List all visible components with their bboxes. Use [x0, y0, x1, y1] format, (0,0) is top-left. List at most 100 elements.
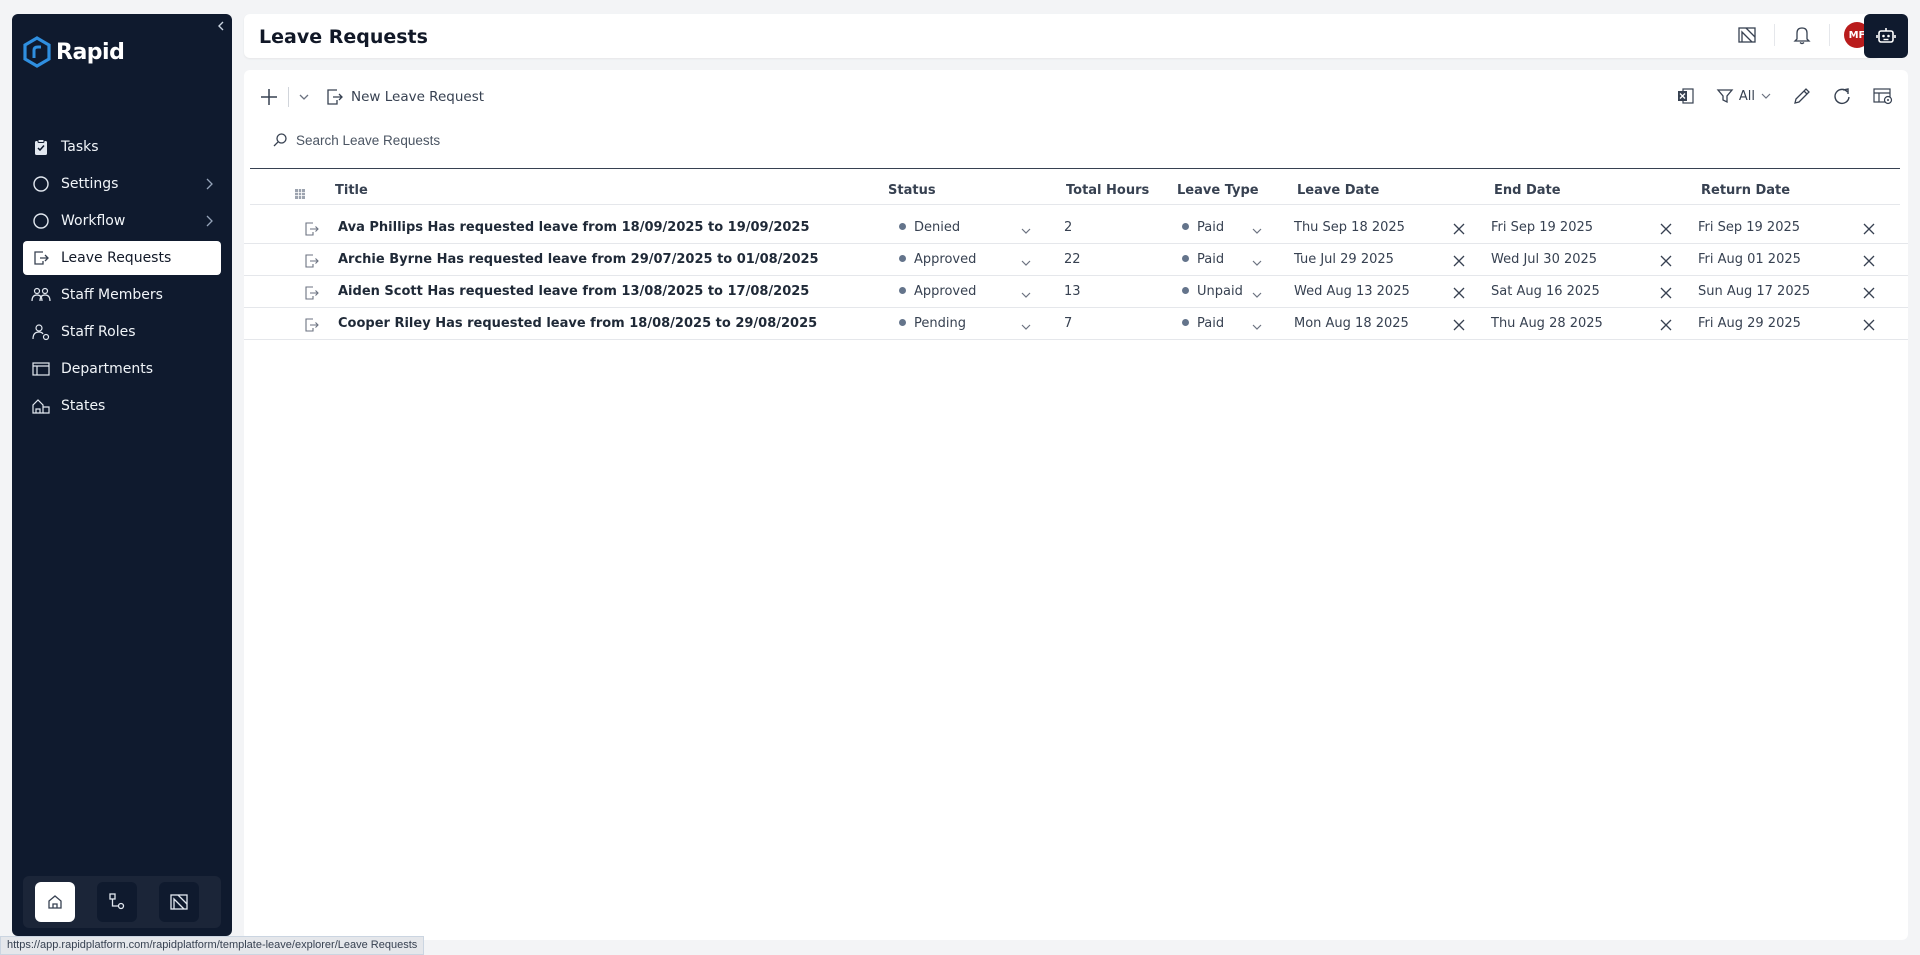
- clear-icon[interactable]: [1452, 221, 1466, 240]
- status-text: Pending: [914, 316, 966, 331]
- total-hours[interactable]: 2: [1064, 220, 1072, 235]
- clear-icon[interactable]: [1862, 285, 1876, 304]
- leave-date[interactable]: Mon Aug 18 2025: [1294, 316, 1409, 331]
- status-badge[interactable]: Approved: [899, 252, 976, 267]
- chevron-down-icon[interactable]: [1020, 318, 1032, 337]
- open-record-icon[interactable]: [304, 221, 320, 241]
- status-badge[interactable]: Pending: [899, 316, 966, 331]
- clear-icon[interactable]: [1862, 253, 1876, 272]
- column-header-leave-type[interactable]: Leave Type: [1177, 183, 1259, 198]
- chevron-down-icon[interactable]: [1251, 286, 1263, 305]
- clear-icon[interactable]: [1659, 285, 1673, 304]
- leave-type-badge[interactable]: Paid: [1182, 316, 1224, 331]
- clear-icon[interactable]: [1452, 285, 1466, 304]
- open-record-icon[interactable]: [304, 317, 320, 337]
- return-date[interactable]: Fri Aug 01 2025: [1698, 252, 1801, 267]
- leave-type-badge[interactable]: Unpaid: [1182, 284, 1243, 299]
- table-row[interactable]: Archie Byrne Has requested leave from 29…: [244, 244, 1908, 276]
- workflow-button[interactable]: [97, 882, 137, 922]
- edit-button[interactable]: [1792, 86, 1812, 106]
- column-header-status[interactable]: Status: [888, 183, 936, 198]
- sidebar-item-settings[interactable]: Settings: [23, 167, 221, 201]
- export-excel-button[interactable]: [1676, 86, 1696, 106]
- end-date[interactable]: Sat Aug 16 2025: [1491, 284, 1600, 299]
- table-row[interactable]: Aiden Scott Has requested leave from 13/…: [244, 276, 1908, 308]
- search-input[interactable]: [296, 132, 696, 148]
- total-hours[interactable]: 13: [1064, 284, 1081, 299]
- chevron-down-icon[interactable]: [1251, 254, 1263, 273]
- row-title[interactable]: Cooper Riley Has requested leave from 18…: [338, 316, 817, 331]
- column-header-total-hours[interactable]: Total Hours: [1066, 183, 1149, 198]
- add-dropdown-button[interactable]: [297, 90, 311, 104]
- clear-icon[interactable]: [1659, 317, 1673, 336]
- return-date[interactable]: Sun Aug 17 2025: [1698, 284, 1810, 299]
- sidebar-item-tasks[interactable]: Tasks: [23, 130, 221, 164]
- sidebar-item-workflow[interactable]: Workflow: [23, 204, 221, 238]
- leave-date[interactable]: Tue Jul 29 2025: [1294, 252, 1394, 267]
- assistant-bot-button[interactable]: [1864, 14, 1908, 58]
- table-row[interactable]: Ava Phillips Has requested leave from 18…: [244, 212, 1908, 244]
- toolbar-right: All: [1676, 86, 1894, 106]
- select-all-grid-icon[interactable]: [294, 185, 306, 204]
- sidebar-item-leave-requests[interactable]: Leave Requests: [23, 241, 221, 275]
- column-header-title[interactable]: Title: [335, 183, 368, 198]
- status-dot: [899, 287, 906, 294]
- column-header-leave-date[interactable]: Leave Date: [1297, 183, 1379, 198]
- collapse-sidebar-icon[interactable]: [214, 18, 228, 32]
- total-hours[interactable]: 7: [1064, 316, 1072, 331]
- return-date[interactable]: Fri Sep 19 2025: [1698, 220, 1800, 235]
- chevron-down-icon[interactable]: [1251, 222, 1263, 241]
- end-date[interactable]: Wed Jul 30 2025: [1491, 252, 1597, 267]
- leave-type-badge[interactable]: Paid: [1182, 252, 1224, 267]
- refresh-button[interactable]: [1832, 86, 1852, 106]
- chevron-down-icon[interactable]: [1020, 254, 1032, 273]
- leave-date[interactable]: Thu Sep 18 2025: [1294, 220, 1405, 235]
- sidebar-item-states[interactable]: States: [23, 389, 221, 423]
- new-leave-request-button[interactable]: New Leave Request: [325, 87, 484, 107]
- end-date[interactable]: Thu Aug 28 2025: [1491, 316, 1603, 331]
- leave-date[interactable]: Wed Aug 13 2025: [1294, 284, 1410, 299]
- status-dot: [1182, 223, 1189, 230]
- chevron-down-icon[interactable]: [1020, 286, 1032, 305]
- chevron-right-icon: [203, 177, 215, 195]
- chevron-down-icon[interactable]: [1251, 318, 1263, 337]
- total-hours[interactable]: 22: [1064, 252, 1081, 267]
- chevron-down-icon[interactable]: [1020, 222, 1032, 241]
- sidebar-item-label: States: [61, 398, 106, 414]
- door-exit-icon: [31, 248, 51, 268]
- door-exit-icon: [327, 89, 343, 105]
- table-row[interactable]: Cooper Riley Has requested leave from 18…: [244, 308, 1908, 340]
- end-date[interactable]: Fri Sep 19 2025: [1491, 220, 1593, 235]
- clear-icon[interactable]: [1452, 253, 1466, 272]
- row-title[interactable]: Aiden Scott Has requested leave from 13/…: [338, 284, 809, 299]
- explorer-button[interactable]: [159, 882, 199, 922]
- column-settings-button[interactable]: [1872, 86, 1894, 106]
- open-record-icon[interactable]: [304, 285, 320, 305]
- column-header-end-date[interactable]: End Date: [1494, 183, 1561, 198]
- status-badge[interactable]: Denied: [899, 220, 960, 235]
- sidebar-item-staff-roles[interactable]: Staff Roles: [23, 315, 221, 349]
- home-button[interactable]: [35, 882, 75, 922]
- bell-icon[interactable]: [1789, 22, 1815, 48]
- open-record-icon[interactable]: [304, 253, 320, 273]
- divider: [1774, 24, 1775, 46]
- add-button[interactable]: [258, 86, 280, 108]
- explorer-icon[interactable]: [1734, 22, 1760, 48]
- filter-label: All: [1738, 88, 1755, 104]
- row-title[interactable]: Archie Byrne Has requested leave from 29…: [338, 252, 819, 267]
- column-header-return-date[interactable]: Return Date: [1701, 183, 1790, 198]
- row-title[interactable]: Ava Phillips Has requested leave from 18…: [338, 220, 810, 235]
- filter-dropdown[interactable]: All: [1716, 87, 1772, 105]
- leave-type-badge[interactable]: Paid: [1182, 220, 1224, 235]
- clear-icon[interactable]: [1452, 317, 1466, 336]
- status-badge[interactable]: Approved: [899, 284, 976, 299]
- return-date[interactable]: Fri Aug 29 2025: [1698, 316, 1801, 331]
- clear-icon[interactable]: [1659, 253, 1673, 272]
- clear-icon[interactable]: [1659, 221, 1673, 240]
- status-dot: [1182, 287, 1189, 294]
- clear-icon[interactable]: [1862, 221, 1876, 240]
- sidebar-item-staff-members[interactable]: Staff Members: [23, 278, 221, 312]
- sidebar-item-departments[interactable]: Departments: [23, 352, 221, 386]
- clear-icon[interactable]: [1862, 317, 1876, 336]
- status-text: Approved: [914, 252, 977, 267]
